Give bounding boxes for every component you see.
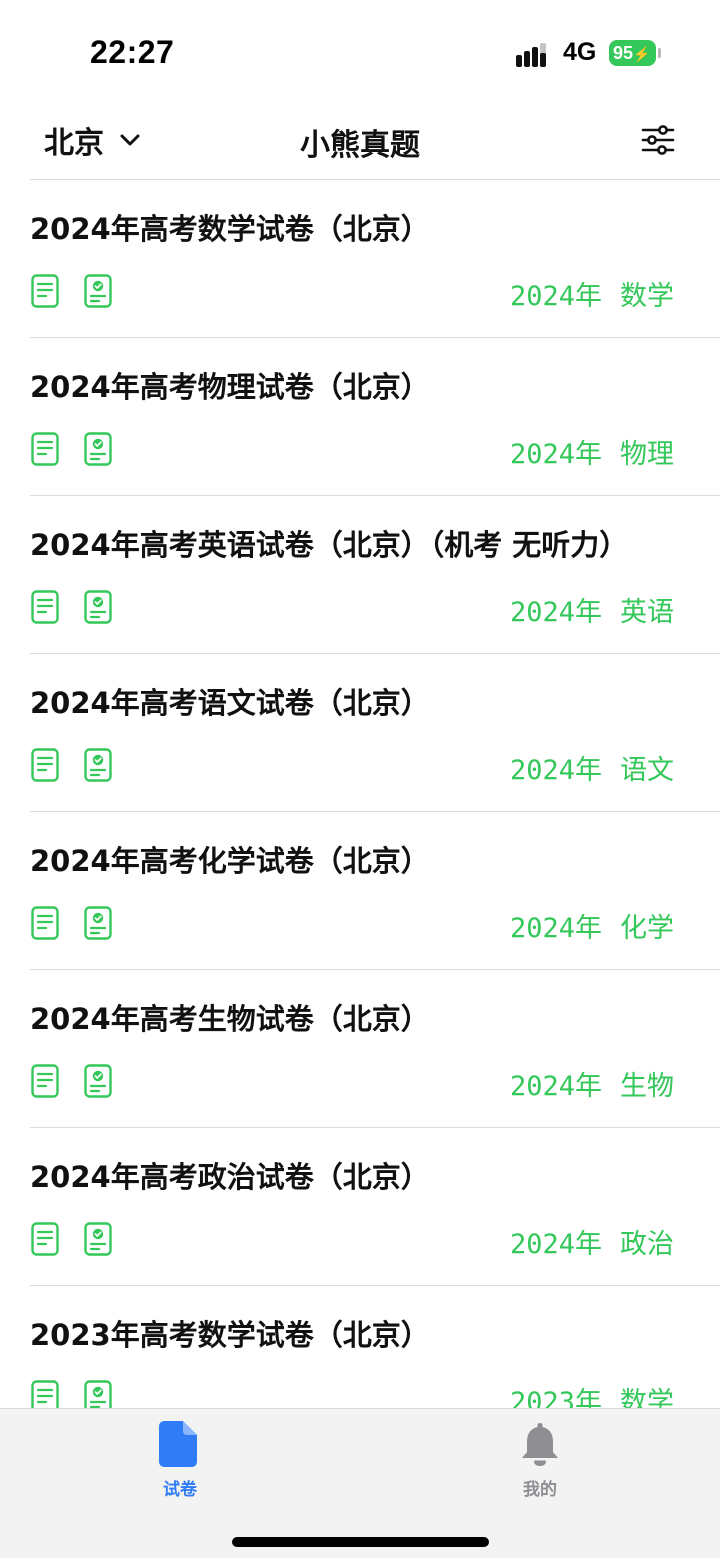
paper-year: 2024年 xyxy=(509,281,602,312)
status-time: 22:27 xyxy=(90,34,175,70)
sliders-icon[interactable] xyxy=(640,122,676,158)
exam-paper-icon[interactable] xyxy=(31,748,59,782)
tab-papers-label: 试卷 xyxy=(163,1480,197,1500)
exam-paper-icon[interactable] xyxy=(31,432,59,466)
city-label: 北京 xyxy=(44,126,104,161)
tab-bar: 试卷 我的 xyxy=(0,1408,720,1558)
paper-list-item[interactable]: 2024年高考语文试卷（北京） 2024年 语文 xyxy=(0,654,720,812)
paper-meta: 2024年 政治 xyxy=(510,1222,674,1261)
paper-subject: 化学 xyxy=(620,913,674,944)
status-bar: 22:27 4G 95⚡ xyxy=(0,0,720,100)
paper-meta: 2024年 化学 xyxy=(510,906,674,945)
answer-sheet-icon[interactable] xyxy=(84,1222,112,1256)
battery-charging-icon: 95⚡ xyxy=(609,40,656,66)
bell-icon xyxy=(522,1423,558,1466)
paper-title: 2024年高考数学试卷（北京） xyxy=(30,212,430,246)
paper-meta: 2024年 语文 xyxy=(510,748,674,787)
paper-year: 2024年 xyxy=(509,1229,602,1260)
paper-year: 2023年 xyxy=(509,1387,602,1408)
tab-mine[interactable]: 我的 xyxy=(360,1409,720,1519)
paper-subject: 英语 xyxy=(620,597,674,628)
paper-list-item[interactable]: 2024年高考化学试卷（北京） 2024年 化学 xyxy=(0,812,720,970)
chevron-down-icon xyxy=(120,134,140,146)
document-icon xyxy=(159,1421,197,1467)
tab-papers[interactable]: 试卷 xyxy=(0,1409,360,1519)
paper-year: 2024年 xyxy=(509,1071,602,1102)
paper-meta: 2024年 英语 xyxy=(510,590,674,629)
city-picker[interactable]: 北京 xyxy=(44,118,142,162)
paper-title: 2024年高考语文试卷（北京） xyxy=(30,686,430,720)
answer-sheet-icon[interactable] xyxy=(84,906,112,940)
paper-year: 2024年 xyxy=(509,913,602,944)
paper-year: 2024年 xyxy=(509,439,602,470)
answer-sheet-icon[interactable] xyxy=(84,1064,112,1098)
paper-subject: 政治 xyxy=(620,1229,674,1260)
paper-list-item[interactable]: 2023年高考数学试卷（北京） 2023年 数学 xyxy=(0,1286,720,1408)
tab-mine-label: 我的 xyxy=(523,1480,557,1500)
paper-meta: 2024年 生物 xyxy=(510,1064,674,1103)
paper-title: 2024年高考化学试卷（北京） xyxy=(30,844,430,878)
exam-paper-icon[interactable] xyxy=(31,1222,59,1256)
paper-list-item[interactable]: 2024年高考政治试卷（北京） 2024年 政治 xyxy=(0,1128,720,1286)
answer-sheet-icon[interactable] xyxy=(84,1380,112,1408)
paper-meta: 2024年 物理 xyxy=(510,432,674,471)
paper-list-item[interactable]: 2024年高考数学试卷（北京） 2024年 数学 xyxy=(0,180,720,338)
paper-list-item[interactable]: 2024年高考英语试卷（北京）（机考 无听力） 2024年 英语 xyxy=(0,496,720,654)
paper-year: 2024年 xyxy=(509,597,602,628)
paper-meta: 2023年 数学 xyxy=(510,1380,674,1408)
paper-title: 2023年高考数学试卷（北京） xyxy=(30,1318,430,1352)
answer-sheet-icon[interactable] xyxy=(84,274,112,308)
paper-meta: 2024年 数学 xyxy=(510,274,674,313)
paper-list-item[interactable]: 2024年高考生物试卷（北京） 2024年 生物 xyxy=(0,970,720,1128)
paper-list-item[interactable]: 2024年高考物理试卷（北京） 2024年 物理 xyxy=(0,338,720,496)
exam-paper-icon[interactable] xyxy=(31,274,59,308)
answer-sheet-icon[interactable] xyxy=(84,748,112,782)
paper-subject: 物理 xyxy=(620,439,674,470)
paper-title: 2024年高考英语试卷（北京）（机考 无听力） xyxy=(30,528,629,562)
paper-year: 2024年 xyxy=(509,755,602,786)
signal-bars-icon xyxy=(516,41,554,67)
paper-title: 2024年高考物理试卷（北京） xyxy=(30,370,430,404)
paper-subject: 数学 xyxy=(620,1387,674,1408)
battery-level: 95 xyxy=(613,43,634,63)
exam-paper-icon[interactable] xyxy=(31,1064,59,1098)
answer-sheet-icon[interactable] xyxy=(84,590,112,624)
app-screen: 22:27 4G 95⚡ 小熊真题 北京 2024年高考数学试卷（北京） 202… xyxy=(0,0,720,1558)
home-indicator xyxy=(232,1537,489,1547)
paper-title: 2024年高考生物试卷（北京） xyxy=(30,1002,430,1036)
exam-paper-icon[interactable] xyxy=(31,906,59,940)
answer-sheet-icon[interactable] xyxy=(84,432,112,466)
exam-paper-icon[interactable] xyxy=(31,590,59,624)
paper-title: 2024年高考政治试卷（北京） xyxy=(30,1160,430,1194)
paper-subject: 生物 xyxy=(620,1071,674,1102)
paper-subject: 数学 xyxy=(620,281,674,312)
paper-subject: 语文 xyxy=(620,755,674,786)
battery-cap xyxy=(658,48,661,58)
exam-paper-icon[interactable] xyxy=(31,1380,59,1408)
paper-list[interactable]: 2024年高考数学试卷（北京） 2024年 数学 2024年高考物理试卷（北京） 202… xyxy=(0,180,720,1408)
nav-bar: 小熊真题 北京 xyxy=(0,100,720,180)
network-type: 4G xyxy=(563,38,597,66)
